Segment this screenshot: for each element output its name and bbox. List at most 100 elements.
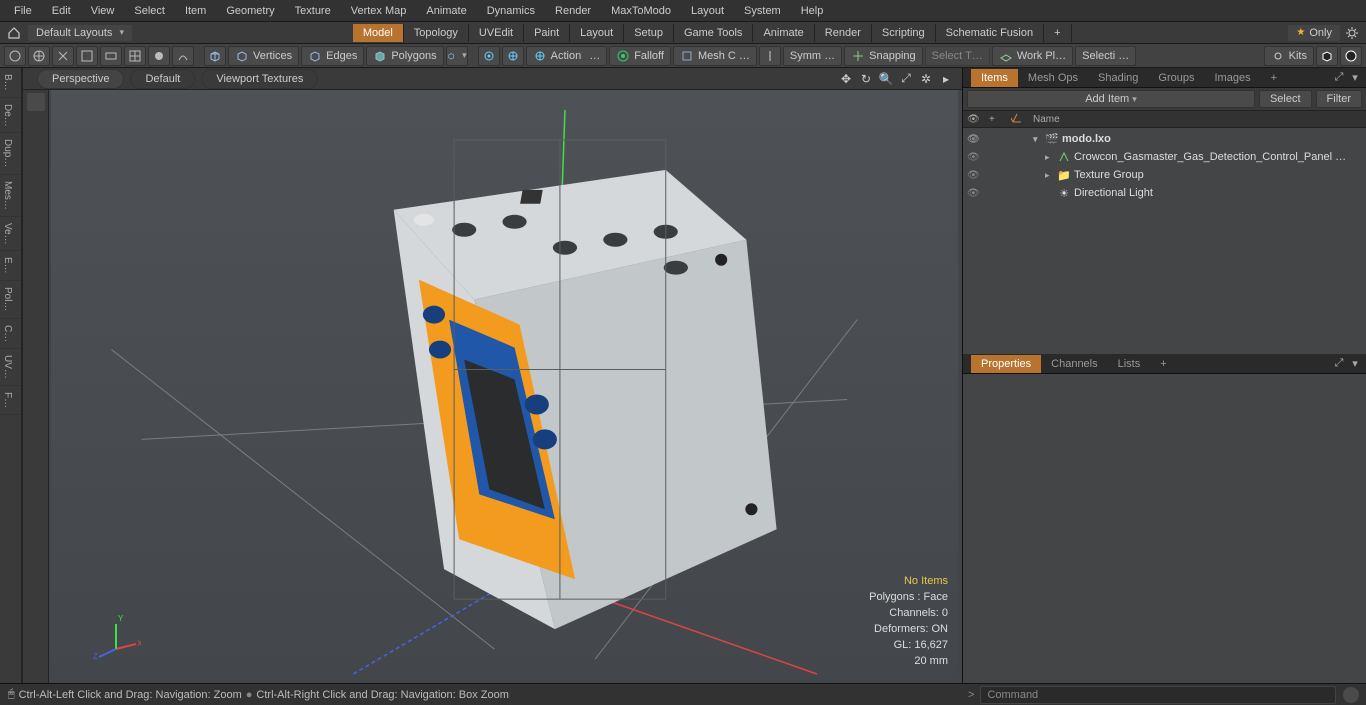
- tab-gametools[interactable]: Game Tools: [674, 24, 754, 42]
- add-item-button[interactable]: Add Item: [967, 90, 1255, 108]
- vp-menu-icon[interactable]: ▸: [938, 71, 954, 87]
- menu-edit[interactable]: Edit: [42, 5, 81, 17]
- layout-dropdown[interactable]: Default Layouts: [28, 25, 132, 41]
- prim-rect-icon[interactable]: [100, 46, 122, 66]
- name-column[interactable]: Name: [1029, 114, 1366, 125]
- tree-row-texture[interactable]: 👁 ▸ 📁 Texture Group: [963, 166, 1366, 184]
- gear-icon[interactable]: [1342, 23, 1362, 43]
- vp-tab-textures[interactable]: Viewport Textures: [201, 69, 318, 89]
- prim-grid-icon[interactable]: [76, 46, 98, 66]
- pivot-icon[interactable]: [502, 46, 524, 66]
- symm-button[interactable]: Symm …: [783, 46, 842, 66]
- command-input[interactable]: Command: [980, 686, 1336, 704]
- eye-icon[interactable]: 👁: [967, 134, 983, 145]
- prim-globe-icon[interactable]: [28, 46, 50, 66]
- action-button[interactable]: Action…: [526, 46, 608, 66]
- prim-invert-icon[interactable]: [172, 46, 194, 66]
- vp-zoom-icon[interactable]: 🔍: [878, 71, 894, 87]
- menu-select[interactable]: Select: [124, 5, 175, 17]
- tab-render[interactable]: Render: [815, 24, 872, 42]
- lefttab-5[interactable]: E…: [0, 251, 21, 281]
- menu-help[interactable]: Help: [791, 5, 834, 17]
- ptab-items[interactable]: Items: [971, 69, 1018, 87]
- lefttab-7[interactable]: C…: [0, 319, 21, 349]
- ptab-add[interactable]: +: [1261, 69, 1287, 87]
- viewport-canvas[interactable]: No Items Polygons : Face Channels: 0 Def…: [51, 90, 958, 679]
- mode-cube-icon[interactable]: [204, 46, 226, 66]
- tree-row-light[interactable]: 👁 ☀ Directional Light: [963, 184, 1366, 202]
- menu-dynamics[interactable]: Dynamics: [477, 5, 545, 17]
- tab-setup[interactable]: Setup: [624, 24, 674, 42]
- ptab-shading[interactable]: Shading: [1088, 69, 1148, 87]
- only-button[interactable]: ★Only: [1288, 25, 1340, 41]
- menu-system[interactable]: System: [734, 5, 791, 17]
- meshc-button[interactable]: Mesh C …: [673, 46, 757, 66]
- menu-item[interactable]: Item: [175, 5, 216, 17]
- vp-tool-1[interactable]: [27, 93, 45, 111]
- menu-layout[interactable]: Layout: [681, 5, 734, 17]
- panel-expand-icon[interactable]: ⤢: [1332, 71, 1346, 85]
- lefttab-8[interactable]: UV…: [0, 349, 21, 386]
- panel-expand-icon[interactable]: ⤢: [1332, 357, 1346, 371]
- lefttab-3[interactable]: Mes…: [0, 175, 21, 217]
- center-icon[interactable]: [478, 46, 500, 66]
- tab-animate[interactable]: Animate: [753, 24, 814, 42]
- ptab-lists[interactable]: Lists: [1108, 355, 1151, 373]
- menu-animate[interactable]: Animate: [416, 5, 476, 17]
- menu-view[interactable]: View: [81, 5, 125, 17]
- menu-geometry[interactable]: Geometry: [216, 5, 284, 17]
- panel-menu-icon[interactable]: ▾: [1348, 71, 1362, 85]
- polygons-button[interactable]: Polygons: [366, 46, 443, 66]
- menu-maxtomodo[interactable]: MaxToModo: [601, 5, 681, 17]
- tab-add[interactable]: +: [1044, 24, 1071, 42]
- vp-rotate-icon[interactable]: ↻: [858, 71, 874, 87]
- menu-vertexmap[interactable]: Vertex Map: [341, 5, 417, 17]
- lefttab-0[interactable]: B…: [0, 68, 21, 98]
- tab-scripting[interactable]: Scripting: [872, 24, 936, 42]
- tab-layout[interactable]: Layout: [570, 24, 624, 42]
- mode-misc-icon[interactable]: [446, 46, 468, 66]
- vp-tab-default[interactable]: Default: [130, 69, 195, 89]
- selectt-button[interactable]: Select T…: [925, 46, 990, 66]
- vp-move-icon[interactable]: ✥: [838, 71, 854, 87]
- prim-circle-icon[interactable]: [4, 46, 26, 66]
- prim-grid2-icon[interactable]: [124, 46, 146, 66]
- lefttab-6[interactable]: Pol…: [0, 281, 21, 318]
- tab-topology[interactable]: Topology: [404, 24, 469, 42]
- panel-menu-icon[interactable]: ▾: [1348, 357, 1362, 371]
- lefttab-9[interactable]: F…: [0, 386, 21, 415]
- filter-button[interactable]: Filter: [1316, 90, 1362, 108]
- plus-column-icon[interactable]: +: [985, 114, 1007, 125]
- selecti-button[interactable]: Selecti …: [1075, 46, 1136, 66]
- ptab-groups[interactable]: Groups: [1148, 69, 1204, 87]
- select-button[interactable]: Select: [1259, 90, 1312, 108]
- viewport[interactable]: Perspective Default Viewport Textures ✥ …: [22, 68, 962, 683]
- tab-paint[interactable]: Paint: [524, 24, 570, 42]
- items-tree[interactable]: 👁 ▾ 🎬 modo.lxo 👁 ▸ Crowcon_Gasmaster_Gas…: [963, 128, 1366, 354]
- menu-render[interactable]: Render: [545, 5, 601, 17]
- ptab-add2[interactable]: +: [1150, 355, 1176, 373]
- home-icon[interactable]: [4, 23, 24, 43]
- prim-paint-icon[interactable]: [148, 46, 170, 66]
- vp-gear-icon[interactable]: ✲: [918, 71, 934, 87]
- falloff-button[interactable]: Falloff: [609, 46, 671, 66]
- tree-row-scene[interactable]: 👁 ▾ 🎬 modo.lxo: [963, 130, 1366, 148]
- prim-lasso-icon[interactable]: [52, 46, 74, 66]
- vp-tab-perspective[interactable]: Perspective: [37, 69, 124, 89]
- vertices-button[interactable]: Vertices: [228, 46, 299, 66]
- ptab-meshops[interactable]: Mesh Ops: [1018, 69, 1088, 87]
- symm-icon[interactable]: [759, 46, 781, 66]
- vp-fit-icon[interactable]: ⤢: [898, 71, 914, 87]
- menu-texture[interactable]: Texture: [285, 5, 341, 17]
- twisty-icon[interactable]: ▸: [1045, 170, 1057, 181]
- snapping-button[interactable]: Snapping: [844, 46, 923, 66]
- kits-button[interactable]: Kits: [1264, 46, 1314, 66]
- lefttab-2[interactable]: Dup…: [0, 133, 21, 174]
- record-icon[interactable]: [1342, 686, 1360, 704]
- twisty-icon[interactable]: ▸: [1045, 152, 1057, 163]
- eye-icon[interactable]: 👁: [967, 152, 983, 163]
- workpl-button[interactable]: Work Pl…: [992, 46, 1073, 66]
- tab-schematic[interactable]: Schematic Fusion: [936, 24, 1044, 42]
- engine1-icon[interactable]: [1316, 46, 1338, 66]
- axes-column-icon[interactable]: [1007, 112, 1029, 127]
